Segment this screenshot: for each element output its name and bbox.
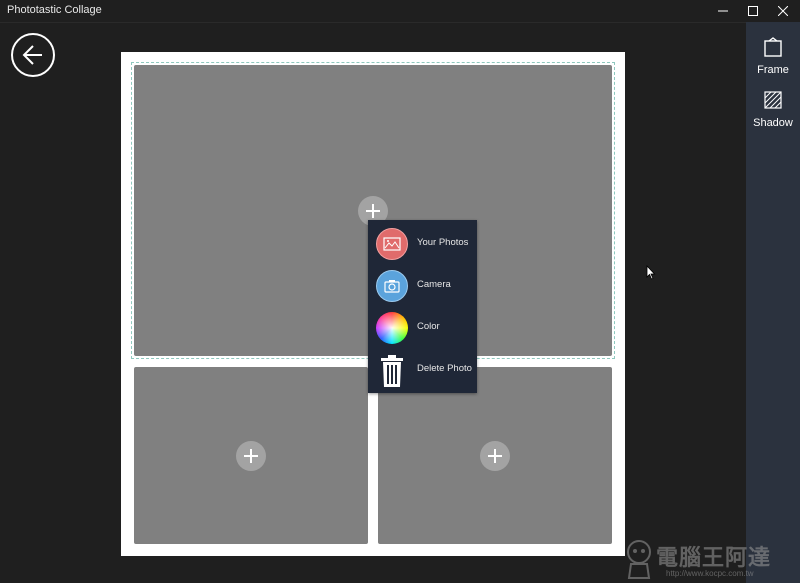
frame-button[interactable]: Frame: [746, 37, 800, 76]
add-photo-button-bottom-left[interactable]: [236, 441, 266, 471]
menu-item-label: Delete Photo: [417, 363, 472, 374]
photo-context-menu: Your Photos Camera Color Delete Photo: [368, 220, 477, 393]
menu-item-label: Color: [417, 321, 440, 332]
menu-item-label: Your Photos: [417, 237, 469, 248]
menu-item-your-photos[interactable]: Your Photos: [368, 224, 477, 264]
shadow-button[interactable]: Shadow: [746, 90, 800, 129]
minimize-icon: [718, 10, 728, 12]
camera-icon: [376, 270, 408, 302]
app-title: Phototastic Collage: [7, 4, 102, 16]
trash-icon: [376, 354, 408, 387]
your-photos-icon: [376, 228, 408, 260]
plus-icon: [244, 449, 258, 463]
color-wheel-icon: [376, 312, 408, 344]
shadow-label: Shadow: [753, 117, 793, 129]
side-panel: Frame Shadow: [746, 22, 800, 583]
menu-item-delete-photo[interactable]: Delete Photo: [368, 350, 477, 390]
back-arrow-icon: [22, 45, 42, 65]
mouse-cursor-icon: [646, 265, 656, 280]
watermark-url: http://www.kocpc.com.tw: [666, 569, 754, 578]
close-icon: [778, 6, 788, 16]
back-button[interactable]: [11, 33, 55, 77]
plus-icon: [366, 204, 380, 218]
add-photo-button-bottom-right[interactable]: [480, 441, 510, 471]
mascot-icon: [627, 540, 651, 579]
menu-item-color[interactable]: Color: [368, 308, 477, 348]
title-bar: Phototastic Collage: [0, 0, 800, 23]
minimize-button[interactable]: [708, 0, 738, 22]
maximize-button[interactable]: [738, 0, 768, 22]
menu-item-camera[interactable]: Camera: [368, 266, 477, 306]
frame-label: Frame: [757, 64, 789, 76]
shadow-icon: [764, 91, 782, 109]
watermark: 電腦王阿達 http://www.kocpc.com.tw: [622, 534, 800, 583]
maximize-icon: [748, 6, 758, 16]
close-button[interactable]: [768, 0, 798, 22]
menu-item-label: Camera: [417, 279, 451, 290]
plus-icon: [488, 449, 502, 463]
watermark-text: 電腦王阿達: [656, 546, 772, 571]
frame-icon: [764, 37, 782, 57]
